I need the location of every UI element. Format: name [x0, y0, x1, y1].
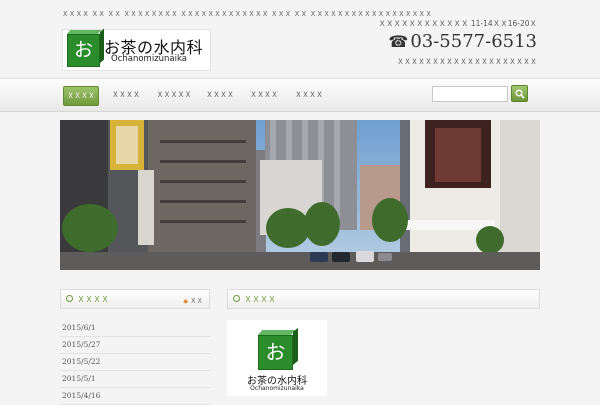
site-logo[interactable]: お お茶の水内科 Ochanomizunaika: [62, 29, 211, 71]
phone-text: 03-5577-6513: [410, 31, 537, 52]
phone-icon: ☎: [388, 32, 409, 51]
site-tagline: ＸＸＸＸ ＸＸ ＸＸ ＸＸＸＸＸＸＸＸ ＸＸＸＸＸＸＸＸＸＸＸＸＸ ＸＸＸ ＸＸ…: [62, 10, 433, 18]
logo-char: お: [73, 39, 93, 61]
news-header: ＸＸＸＸ ◆ ＸＸ: [60, 289, 210, 309]
logo-subtitle: Ochanomizunaika: [250, 385, 304, 392]
logo-cube-icon: お: [258, 335, 293, 370]
news-list: 2015/6/1 2015/5/27 2015/5/22 2015/5/1 20…: [60, 320, 210, 405]
section2-title: ＸＸＸＸ: [244, 295, 276, 304]
hero-street-photo: [60, 120, 540, 270]
phone-number[interactable]: ☎ 03-5577-6513: [388, 31, 537, 52]
news-item[interactable]: 2015/5/27: [60, 337, 210, 354]
circle-bullet-icon: [233, 295, 240, 302]
clinic-logo-image: お お茶の水内科 Ochanomizunaika: [227, 320, 327, 396]
news-item[interactable]: 2015/5/1: [60, 371, 210, 388]
nav-item-4[interactable]: ＸＸＸＸ: [203, 86, 237, 104]
nav-item-3[interactable]: ＸＸＸＸＸ: [155, 86, 193, 104]
section2-header: ＸＸＸＸ: [227, 289, 540, 309]
search-input[interactable]: [432, 86, 508, 102]
news-item[interactable]: 2015/6/1: [60, 320, 210, 337]
main-nav: ＸＸＸＸ ＸＸＸＸ ＸＸＸＸＸ ＸＸＸＸ ＸＸＸＸ ＸＸＸＸ: [0, 78, 600, 112]
news-title: ＸＸＸＸ: [77, 295, 109, 304]
address: ＸＸＸＸＸＸＸＸＸＸＸＸＸＸＸＸＸＸＸＸ: [397, 58, 537, 66]
rss-label: ＸＸ: [190, 297, 203, 305]
search-button[interactable]: [511, 85, 528, 102]
rss-icon: ◆: [183, 298, 188, 305]
nav-item-5[interactable]: ＸＸＸＸ: [247, 86, 281, 104]
nav-item-home[interactable]: ＸＸＸＸ: [63, 86, 99, 106]
logo-cube-icon: お: [67, 34, 100, 67]
search-icon: [515, 89, 525, 99]
nav-item-2[interactable]: ＸＸＸＸ: [109, 86, 143, 104]
news-item[interactable]: 2015/4/16: [60, 388, 210, 405]
opening-hours: ＸＸＸＸＸＸＸＸＸＸＸＸ 11-14ＸＸ16-20Ｘ: [378, 19, 537, 28]
rss-link[interactable]: ◆ ＸＸ: [183, 295, 203, 305]
nav-item-6[interactable]: ＸＸＸＸ: [292, 86, 326, 104]
circle-bullet-icon: [66, 295, 73, 302]
logo-subtitle: Ochanomizunaika: [111, 54, 187, 64]
logo-char: お: [265, 340, 286, 364]
news-item[interactable]: 2015/5/22: [60, 354, 210, 371]
